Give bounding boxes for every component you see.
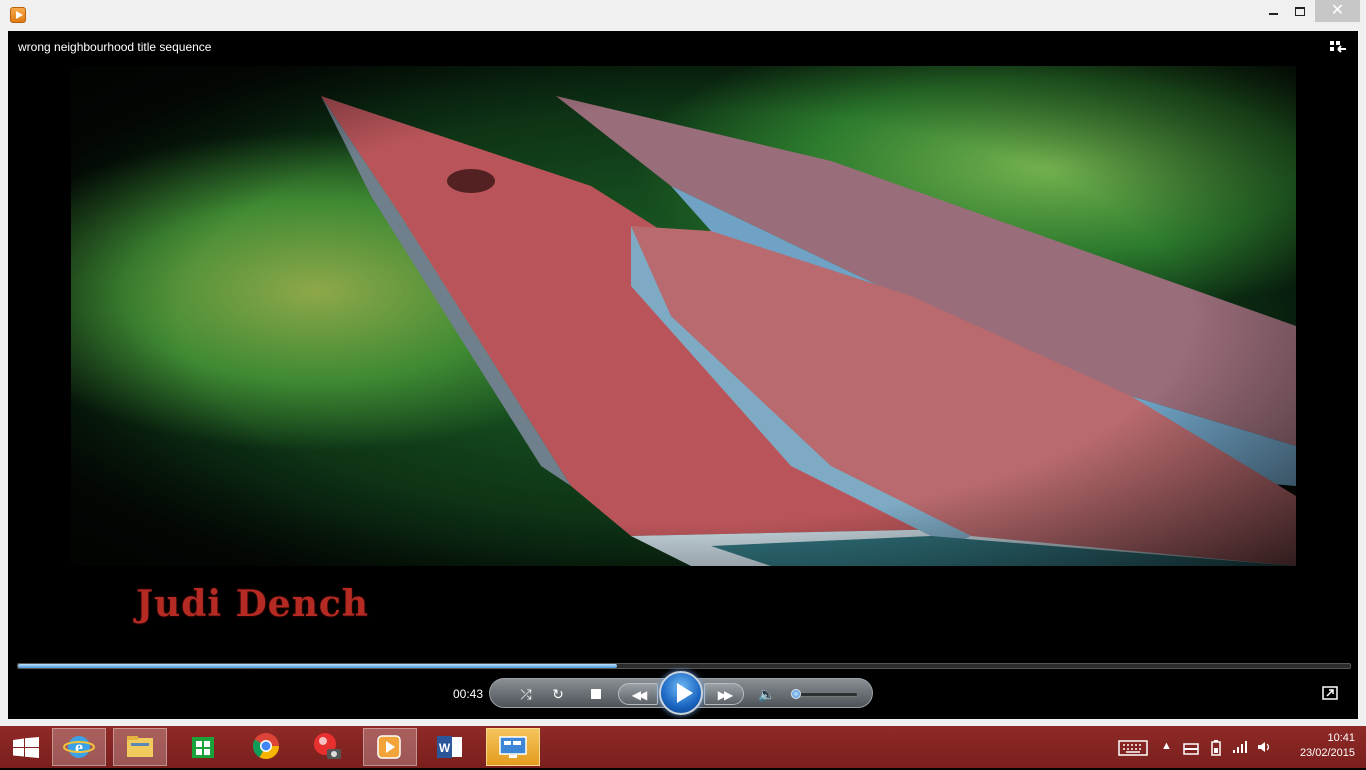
word-icon[interactable]: W [424,728,478,766]
title-bar[interactable]: ✕ [0,0,1366,31]
previous-icon[interactable]: ◀◀ [618,683,658,705]
switch-to-library-icon[interactable] [1329,40,1347,54]
fullscreen-icon[interactable] [1322,686,1338,700]
clock-date: 23/02/2015 [1299,747,1355,759]
shuffle-icon[interactable]: ⤮ [515,679,537,709]
credit-text: Judi Dench [136,583,369,625]
minimize-button[interactable] [1258,0,1288,22]
svg-text:W: W [439,741,451,755]
stop-icon[interactable] [588,679,604,709]
clock-time: 10:41 [1327,732,1355,744]
chrome-icon[interactable] [240,728,294,766]
volume-thumb[interactable] [791,689,802,699]
file-explorer-icon[interactable] [113,728,167,766]
next-icon[interactable]: ▶▶ [704,683,744,705]
clock[interactable]: 10:41 23/02/2015 [1275,731,1355,761]
close-button[interactable]: ✕ [1315,0,1360,22]
battery-icon[interactable] [1211,740,1221,756]
seek-bar[interactable] [17,663,1351,669]
store-icon[interactable] [178,728,232,766]
snipping-tool-icon[interactable] [301,728,355,766]
video-area[interactable]: Judi Dench wrong neighbourhood title seq… [8,31,1358,719]
windows-media-player-icon[interactable] [363,728,417,766]
windows-media-player-icon[interactable] [10,7,26,23]
play-icon[interactable] [659,671,703,715]
volume-icon[interactable]: 🔈 [758,679,775,709]
maximize-button[interactable] [1285,0,1315,22]
video-title: wrong neighbourhood title sequence [18,40,212,54]
svg-text:e: e [75,737,83,757]
internet-explorer-icon[interactable]: e [52,728,106,766]
vignette-overlay [71,66,1296,566]
volume-icon[interactable] [1257,741,1271,753]
keyboard-icon[interactable] [1118,740,1148,756]
repeat-icon[interactable]: ↻ [548,679,568,709]
volume-slider[interactable] [790,689,858,699]
show-hidden-icon[interactable]: ▲ [1161,740,1172,752]
video-frame [71,66,1296,566]
start-icon[interactable] [12,737,40,759]
action-center-icon[interactable] [1183,743,1199,755]
taskbar: e W ▲ 10:41 23/02/2015 [0,726,1366,768]
network-icon[interactable] [1232,740,1248,754]
remote-desktop-icon[interactable] [486,728,540,766]
elapsed-time: 00:43 [453,687,484,701]
media-player-window: ✕ Judi Dench wrong neighbourhood title s… [0,0,1366,726]
seek-bar-fill [18,664,618,668]
